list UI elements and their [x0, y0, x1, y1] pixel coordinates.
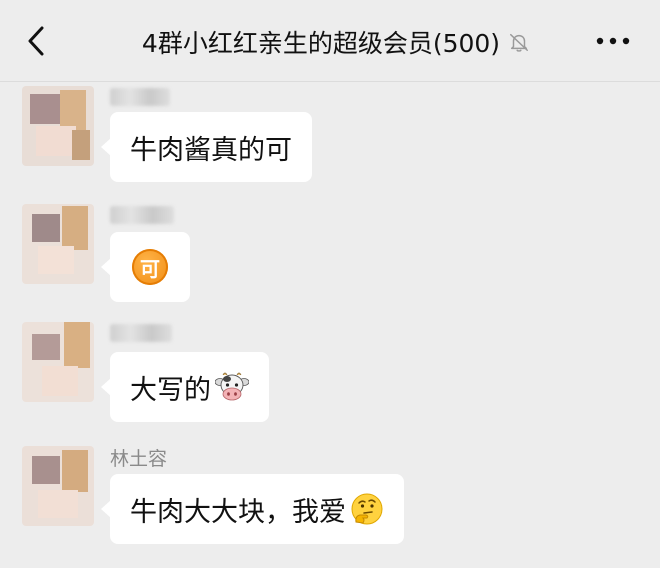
- message-bubble[interactable]: 大写的: [101, 352, 269, 422]
- sender-name-blurred: [110, 88, 170, 106]
- message-list[interactable]: 牛肉酱真的可 可 大写的 林土容 牛肉大大块，我爱: [0, 82, 660, 568]
- cow-face-icon: [215, 372, 249, 401]
- sender-name-blurred: [110, 206, 174, 224]
- avatar[interactable]: [22, 86, 94, 166]
- chat-title-area[interactable]: 4群小红红亲生的超级会员(500): [96, 24, 576, 60]
- more-horizontal-icon: [596, 37, 630, 45]
- message-item: 可: [0, 200, 660, 318]
- message-item: 林土容 牛肉大大块，我爱: [0, 438, 660, 568]
- message-text: 牛肉大大块，我爱: [130, 496, 346, 528]
- more-options-button[interactable]: [594, 30, 632, 52]
- message-text: 大写的: [130, 374, 211, 406]
- message-bubble[interactable]: 牛肉酱真的可: [101, 112, 312, 182]
- message-bubble[interactable]: 可: [101, 232, 190, 302]
- sender-name-blurred: [110, 324, 172, 342]
- message-bubble[interactable]: 牛肉大大块，我爱: [101, 474, 404, 544]
- avatar[interactable]: [22, 322, 94, 402]
- avatar[interactable]: [22, 446, 94, 526]
- chat-title: 4群小红红亲生的超级会员(500): [141, 29, 501, 58]
- avatar[interactable]: [22, 204, 94, 284]
- back-button[interactable]: [22, 24, 52, 58]
- thinking-face-icon: [351, 493, 383, 525]
- message-item: 牛肉酱真的可: [0, 82, 660, 200]
- chat-header: 4群小红红亲生的超级会员(500): [0, 0, 660, 82]
- message-text: 牛肉酱真的可: [130, 134, 292, 166]
- ke-badge-emoji: 可: [132, 249, 168, 285]
- message-item: 大写的: [0, 318, 660, 438]
- sender-name: 林土容: [110, 448, 168, 470]
- chevron-left-icon: [28, 26, 44, 56]
- bell-off-icon: [510, 33, 529, 52]
